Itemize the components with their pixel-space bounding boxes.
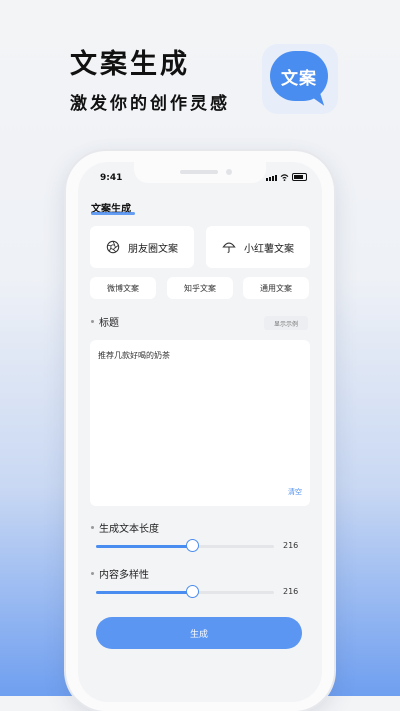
type-card-label: 朋友圈文案 bbox=[128, 243, 178, 255]
hero-title: 文案生成 bbox=[70, 49, 190, 80]
bullet-dot bbox=[91, 572, 94, 575]
type-card-zhihu[interactable]: 知乎文案 bbox=[167, 277, 233, 299]
aperture-icon bbox=[106, 240, 120, 254]
topic-text: 推荐几款好喝的奶茶 bbox=[98, 351, 170, 360]
bullet-dot bbox=[91, 320, 94, 323]
generate-button[interactable]: 生成 bbox=[96, 617, 302, 649]
signal-icon bbox=[266, 175, 277, 181]
bullet-dot bbox=[91, 526, 94, 529]
length-value: 216 bbox=[283, 541, 299, 550]
status-time: 9:41 bbox=[100, 173, 123, 183]
length-slider-fill bbox=[96, 545, 192, 548]
status-icons bbox=[266, 173, 307, 181]
length-label: 生成文本长度 bbox=[99, 524, 159, 535]
diversity-label: 内容多样性 bbox=[99, 570, 149, 581]
wifi-icon bbox=[280, 174, 289, 181]
topic-textarea[interactable]: 推荐几款好喝的奶茶 清空 bbox=[90, 340, 310, 506]
diversity-slider-fill bbox=[96, 591, 192, 594]
length-slider-thumb[interactable] bbox=[186, 539, 199, 552]
clear-button[interactable]: 清空 bbox=[288, 487, 302, 497]
length-slider[interactable] bbox=[96, 539, 274, 552]
speaker-grille bbox=[180, 170, 218, 174]
battery-icon bbox=[292, 173, 307, 181]
type-card-xiaohongshu[interactable]: 小红薯文案 bbox=[206, 226, 310, 268]
phone-screen: 9:41 文案生成 朋友圈文案 小红薯文案 微博文案 知乎文案 通用文案 标题 … bbox=[78, 162, 322, 702]
hero-subtitle: 激发你的创作灵感 bbox=[70, 94, 230, 114]
title-underline bbox=[91, 212, 135, 215]
diversity-slider[interactable] bbox=[96, 585, 274, 598]
topic-label: 标题 bbox=[99, 318, 119, 329]
show-example-button[interactable]: 显示示例 bbox=[264, 316, 308, 330]
diversity-value: 216 bbox=[283, 587, 299, 596]
notch bbox=[134, 162, 266, 183]
type-card-moments[interactable]: 朋友圈文案 bbox=[90, 226, 194, 268]
type-card-general[interactable]: 通用文案 bbox=[243, 277, 309, 299]
diversity-slider-thumb[interactable] bbox=[186, 585, 199, 598]
type-card-label: 小红薯文案 bbox=[244, 243, 294, 255]
type-card-weibo[interactable]: 微博文案 bbox=[90, 277, 156, 299]
speech-bubble-icon: 文案 bbox=[270, 51, 328, 101]
umbrella-icon bbox=[222, 242, 236, 253]
camera-dot bbox=[226, 169, 232, 175]
